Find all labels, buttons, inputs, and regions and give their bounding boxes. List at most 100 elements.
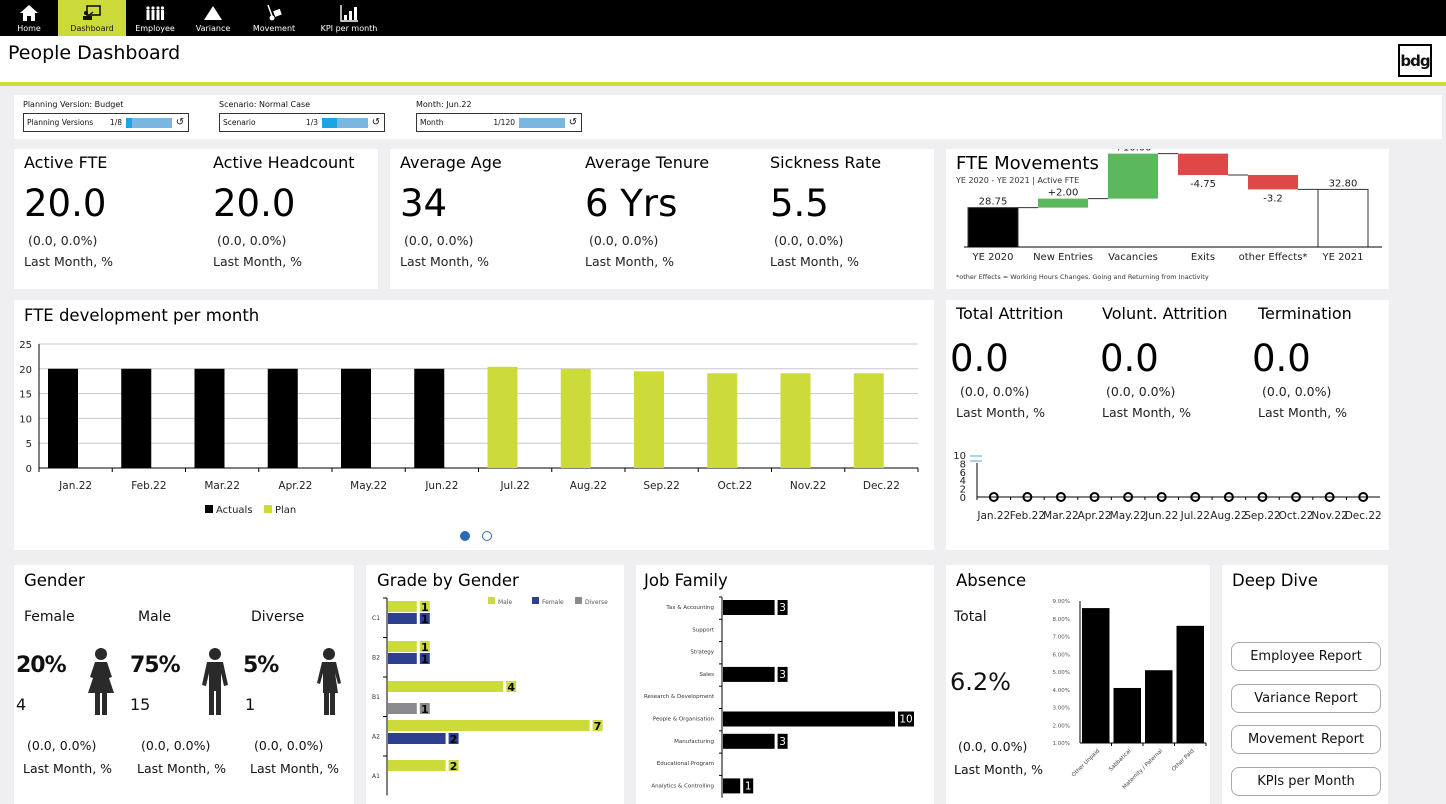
x-tick-label: Jan.22 — [976, 510, 1010, 522]
filter-title: Month: Jun.22 — [416, 100, 472, 109]
home-icon — [20, 5, 38, 21]
bar-actuals-4 — [341, 368, 371, 468]
y-tick-label: 8.00% — [1053, 617, 1070, 623]
bar-absence — [1113, 687, 1141, 743]
data-label: 1 — [421, 653, 429, 666]
bar-job-family — [723, 600, 775, 615]
kpi-title: Active FTE — [24, 153, 108, 172]
gender-percent: 75% — [130, 653, 181, 678]
nav-employee-label: Employee — [135, 24, 175, 33]
y-tick-label: B2 — [372, 654, 380, 661]
data-label: 3 — [779, 736, 786, 748]
gender-title: Gender — [24, 571, 85, 590]
kpi-sub: Last Month, % — [24, 254, 114, 269]
y-tick-label: 5.00% — [1053, 670, 1070, 676]
kpi-delta: (0.0, 0.0%) — [1106, 384, 1176, 399]
filter-progress-bar — [322, 117, 368, 128]
male-person-icon — [202, 648, 228, 715]
y-tick-label: 10 — [19, 414, 32, 425]
data-label: 1 — [421, 703, 429, 716]
reset-icon[interactable]: ↺ — [565, 117, 581, 128]
gender-sub: Last Month, % — [23, 761, 113, 776]
kpi-sub: Last Month, % — [770, 254, 860, 269]
x-tick-label: May.22 — [350, 480, 387, 492]
female-person-icon — [88, 648, 114, 715]
waterfall-value-label: +2.00 — [1048, 188, 1079, 199]
kpis-per-month-button[interactable]: KPIs per Month — [1231, 767, 1381, 796]
nav-variance[interactable]: Variance — [184, 0, 242, 36]
filter-planning-version: Planning Version: Budget Planning Versio… — [14, 100, 189, 132]
bar-male — [388, 681, 504, 692]
waterfall-bar-1 — [1038, 198, 1088, 208]
bar-female — [388, 653, 417, 664]
kpi-delta: (0.0, 0.0%) — [217, 233, 287, 248]
kpi-sickness-rate: Sickness Rate 5.5 (0.0, 0.0%) Last Month… — [770, 149, 881, 269]
kpi-value: 34 — [400, 182, 448, 225]
month-selector[interactable]: Month 1/120 ↺ — [416, 113, 582, 132]
nav-home[interactable]: Home — [0, 0, 58, 36]
grade-by-gender-card: Grade by Gender Male Female Diverse C1 1 1 B2 1… — [366, 565, 624, 804]
page-header: People Dashboard bdg — [0, 36, 1446, 86]
x-tick-label: Jan.22 — [58, 480, 92, 492]
gender-percent: 20% — [16, 653, 67, 678]
bar-chart-icon — [340, 5, 358, 22]
legend-label-plan: Plan — [275, 505, 296, 516]
y-tick-label: A2 — [372, 733, 380, 740]
absence-chart: 1.00% 2.00% 3.00% 4.00% 5.00% 6.00% 7.00% 8.00%… — [1053, 599, 1207, 791]
x-tick-label: Jun.22 — [424, 480, 458, 492]
gender-delta: (0.0, 0.0%) — [141, 738, 211, 753]
y-tick-label: 2.00% — [1053, 723, 1070, 729]
legend-swatch — [532, 597, 539, 604]
x-tick-label: Other Unpaid — [1071, 748, 1101, 778]
nav-movement[interactable]: Movement — [242, 0, 306, 36]
bar-male — [388, 601, 417, 612]
data-label: 10 — [899, 714, 912, 726]
scenario-selector[interactable]: Scenario 1/3 ↺ — [219, 113, 385, 132]
waterfall-value-label: -4.75 — [1190, 179, 1216, 190]
waterfall-value-label: 28.75 — [979, 197, 1008, 208]
nav-kpi-label: KPI per month — [320, 24, 378, 33]
nav-kpi-per-month[interactable]: KPI per month — [306, 0, 392, 36]
variance-report-button[interactable]: Variance Report — [1231, 684, 1381, 713]
fte-development-card: FTE development per month 0 5 10 15 20 25 Jan.… — [14, 300, 934, 550]
gender-count: 1 — [245, 695, 256, 714]
kpi-sub: Last Month, % — [585, 254, 675, 269]
filter-title: Planning Version: Budget — [23, 100, 124, 109]
data-label: 2 — [450, 760, 458, 773]
bar-actuals-5 — [414, 368, 445, 468]
y-tick-label: B1 — [372, 694, 380, 701]
reset-icon[interactable]: ↺ — [172, 117, 188, 128]
job-family-chart: Tax & Accounting 3 Support Strategy Sales 3 Re… — [644, 596, 914, 798]
y-tick-label: 5 — [26, 439, 32, 450]
y-tick-label: Educational Program — [657, 761, 714, 767]
bar-actuals-1 — [121, 368, 152, 468]
bar-job-family — [723, 666, 775, 682]
bar-female — [388, 733, 446, 744]
x-tick-label: Apr.22 — [1078, 510, 1112, 522]
page-indicator-1[interactable] — [460, 531, 470, 541]
movement-report-button[interactable]: Movement Report — [1231, 725, 1381, 754]
nav-dashboard[interactable]: Dashboard — [58, 0, 126, 36]
legend-label: Diverse — [585, 599, 608, 606]
employee-report-button[interactable]: Employee Report — [1231, 642, 1381, 671]
attrition-trend-chart: 0246810Jan.22 Feb.22Mar.22Apr.22May.22Jun… — [953, 451, 1381, 522]
gender-count: 4 — [16, 695, 27, 714]
legend-label-actuals: Actuals — [216, 505, 253, 516]
waterfall-value-label: +10.00 — [1114, 149, 1151, 154]
legend-swatch — [488, 597, 495, 604]
grade-by-gender-chart: Male Female DiverseC111B211B141A272A12 — [372, 597, 608, 796]
waterfall-bar-0 — [967, 207, 1019, 248]
bar-male — [388, 720, 590, 731]
waterfall-bar-2 — [1108, 153, 1158, 199]
waterfall-category-label: other Effects* — [1239, 252, 1308, 263]
kpi-title: Termination — [1258, 304, 1352, 323]
bar-absence — [1145, 670, 1173, 743]
bar-plan-6 — [487, 366, 518, 468]
x-tick-label: Nov.22 — [1311, 510, 1347, 522]
reset-icon[interactable]: ↺ — [368, 117, 384, 128]
planning-versions-selector[interactable]: Planning Versions 1/8 ↺ — [23, 113, 189, 132]
page-indicator-2[interactable] — [482, 531, 492, 541]
page-title: People Dashboard — [8, 42, 181, 64]
nav-employee[interactable]: Employee — [126, 0, 184, 36]
waterfall-category-label: YE 2021 — [1321, 252, 1363, 263]
